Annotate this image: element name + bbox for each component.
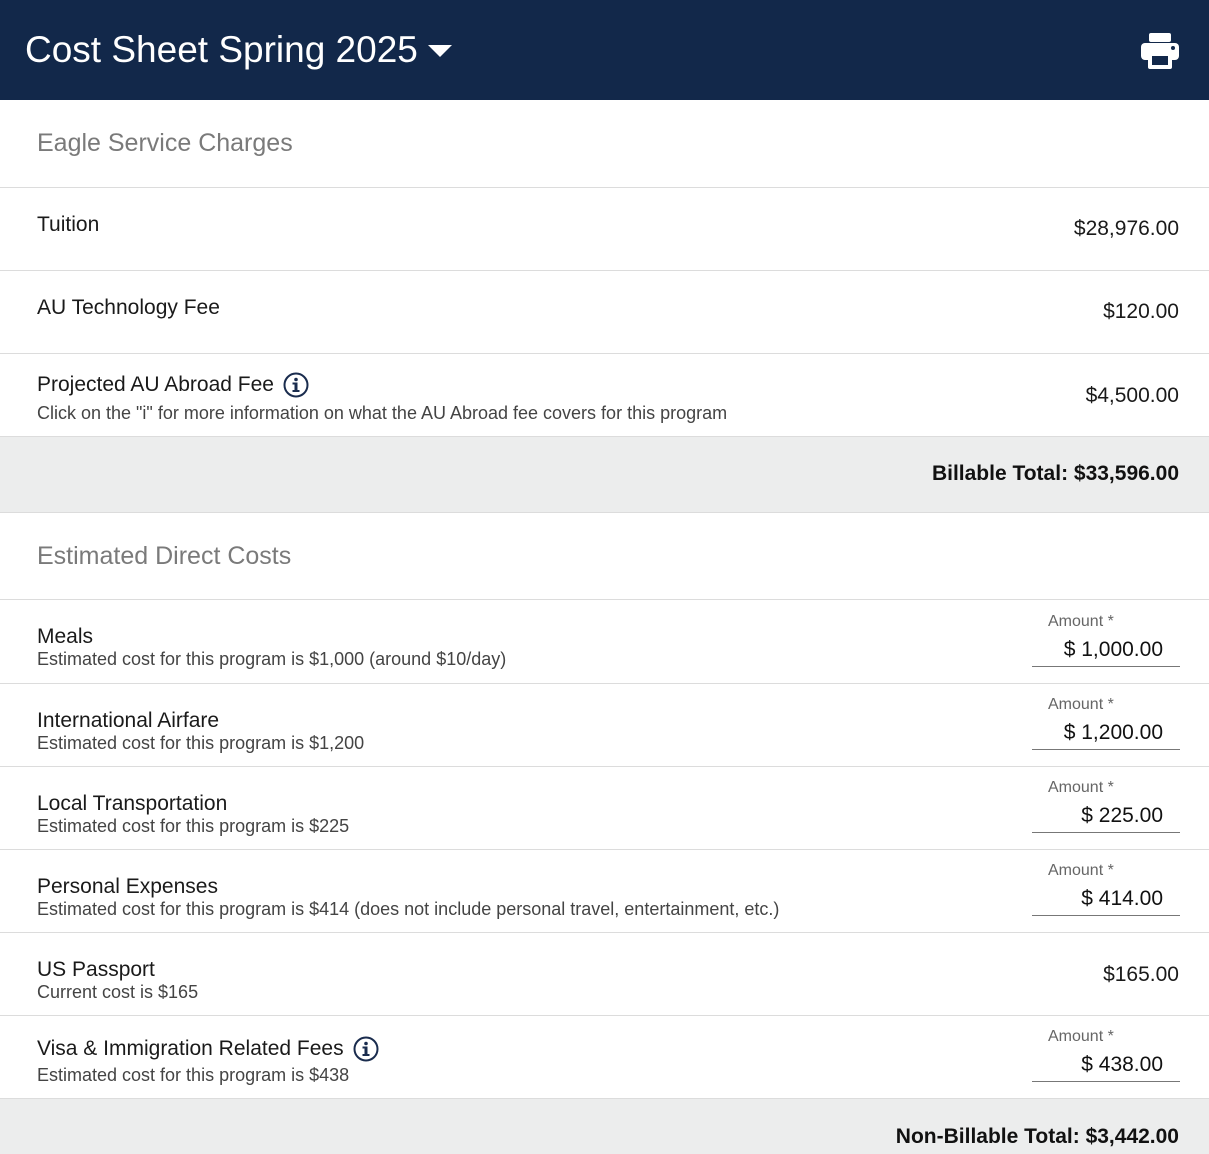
direct-section-header: Estimated Direct Costs	[0, 513, 1209, 600]
cost-row-passport: US Passport Current cost is $165 $165.00	[0, 933, 1209, 1016]
page-header: Cost Sheet Spring 2025	[0, 0, 1209, 100]
cost-value: $4,500.00	[1085, 384, 1179, 407]
cost-label: AU Technology Fee	[37, 296, 220, 319]
amount-input-airfare[interactable]	[1032, 716, 1180, 750]
cost-description: Estimated cost for this program is $438	[37, 1065, 350, 1085]
amount-label: Amount *	[1048, 779, 1114, 796]
cost-label-wrap: Visa & Immigration Related Fees	[37, 1036, 379, 1062]
amount-label: Amount *	[1048, 696, 1114, 713]
cost-label: Projected AU Abroad Fee	[37, 373, 274, 396]
cost-row-local-transportation: Local Transportation Estimated cost for …	[0, 767, 1209, 850]
cost-label: Tuition	[37, 213, 100, 236]
cost-label: International Airfare	[37, 709, 220, 732]
cost-row-technology-fee: AU Technology Fee $120.00	[0, 271, 1209, 354]
cost-label: US Passport	[37, 958, 155, 981]
cost-description: Estimated cost for this program is $1,20…	[37, 733, 365, 753]
cost-row-visa-fees: Visa & Immigration Related Fees Estimate…	[0, 1016, 1209, 1099]
caret-down-icon[interactable]	[427, 45, 452, 57]
cost-row-personal-expenses: Personal Expenses Estimated cost for thi…	[0, 850, 1209, 933]
cost-value: $165.00	[1103, 963, 1179, 986]
printer-icon[interactable]	[1140, 32, 1180, 70]
cost-value: $120.00	[1103, 300, 1179, 323]
non-billable-total: Non-Billable Total: $3,442.00	[895, 1125, 1179, 1148]
cost-sheet-selector[interactable]: Cost Sheet Spring 2025	[25, 28, 452, 72]
amount-label: Amount *	[1048, 1028, 1114, 1045]
cost-description: Estimated cost for this program is $414 …	[37, 899, 780, 919]
cost-row-meals: Meals Estimated cost for this program is…	[0, 600, 1209, 684]
cost-label: Meals	[37, 625, 94, 648]
cost-label: Visa & Immigration Related Fees	[37, 1037, 344, 1060]
section-title: Eagle Service Charges	[37, 129, 293, 157]
cost-description: Click on the "i" for more information on…	[37, 403, 728, 423]
cost-label: Personal Expenses	[37, 875, 218, 898]
amount-field: Amount *	[1032, 1028, 1180, 1084]
print-button[interactable]	[1140, 32, 1180, 70]
cost-description: Estimated cost for this program is $1,00…	[37, 649, 507, 669]
amount-field: Amount *	[1032, 779, 1180, 835]
cost-row-tuition: Tuition $28,976.00	[0, 188, 1209, 271]
billable-total-row: Billable Total: $33,596.00	[0, 437, 1209, 513]
cost-label: Local Transportation	[37, 792, 228, 815]
non-billable-total-row: Non-Billable Total: $3,442.00	[0, 1099, 1209, 1154]
page-title[interactable]: Cost Sheet Spring 2025	[25, 28, 418, 72]
amount-input-visa-fees[interactable]	[1032, 1048, 1180, 1082]
info-icon[interactable]	[353, 1036, 379, 1062]
amount-input-meals[interactable]	[1032, 633, 1180, 667]
cost-label-wrap: Projected AU Abroad Fee	[37, 372, 309, 398]
amount-field: Amount *	[1032, 696, 1180, 752]
billable-total: Billable Total: $33,596.00	[931, 462, 1179, 485]
cost-value: $28,976.00	[1073, 217, 1179, 240]
amount-field: Amount *	[1032, 613, 1180, 669]
amount-label: Amount *	[1048, 613, 1114, 630]
amount-input-local-transportation[interactable]	[1032, 799, 1180, 833]
cost-description: Estimated cost for this program is $225	[37, 816, 350, 836]
section-title: Estimated Direct Costs	[37, 542, 292, 570]
amount-input-personal-expenses[interactable]	[1032, 882, 1180, 916]
cost-row-abroad-fee: Projected AU Abroad Fee Click on the "i"…	[0, 354, 1209, 437]
billable-section-header: Eagle Service Charges	[0, 100, 1209, 188]
amount-label: Amount *	[1048, 862, 1114, 879]
cost-description: Current cost is $165	[37, 982, 199, 1002]
info-icon[interactable]	[283, 372, 309, 398]
cost-row-airfare: International Airfare Estimated cost for…	[0, 684, 1209, 767]
amount-field: Amount *	[1032, 862, 1180, 918]
